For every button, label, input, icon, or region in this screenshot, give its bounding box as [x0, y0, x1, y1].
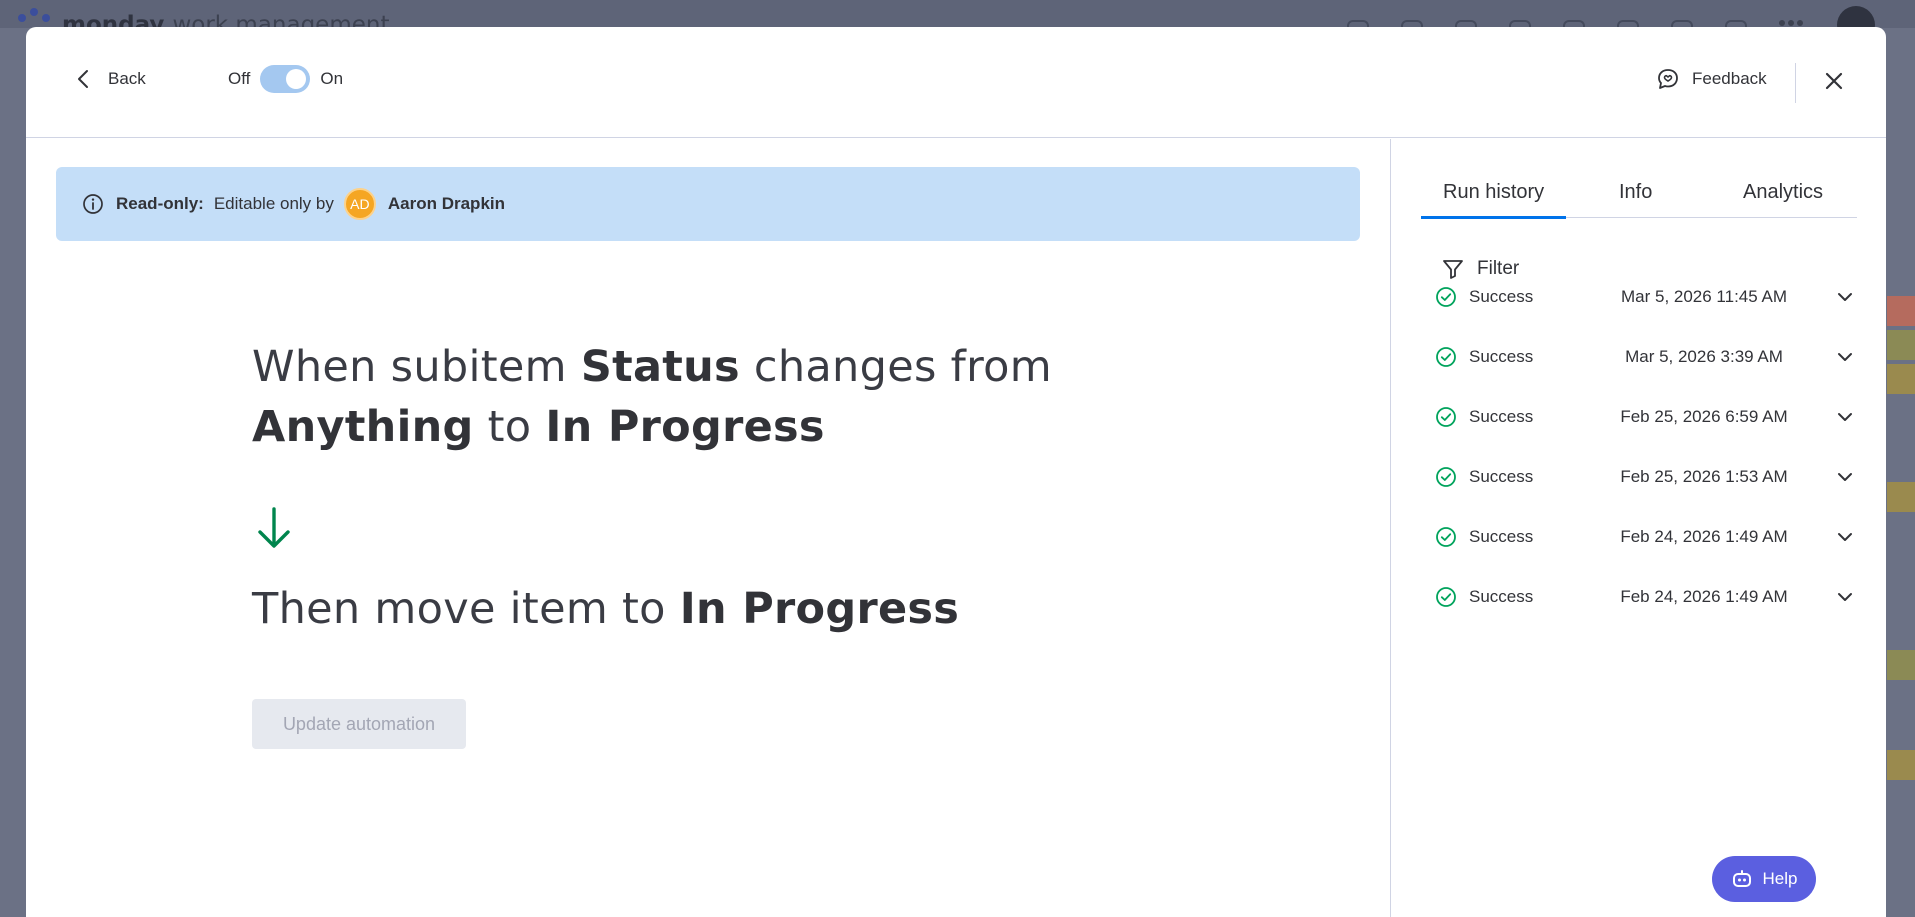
run-status: Success	[1469, 587, 1534, 606]
success-check-icon	[1436, 587, 1456, 607]
trigger-from-value[interactable]: Anything	[252, 402, 474, 452]
help-label: Help	[1762, 869, 1798, 888]
toggle-knob	[286, 69, 307, 89]
feedback-icon	[1658, 69, 1678, 89]
panel-tabs: Run history Info Analytics	[1421, 175, 1857, 219]
board-cell	[1887, 750, 1915, 780]
board-cell	[1887, 364, 1915, 394]
board-cell	[1887, 296, 1915, 326]
owner-name: Aaron Drapkin	[387, 194, 506, 213]
back-label: Back	[108, 69, 146, 88]
background-board-strip	[1887, 28, 1915, 917]
trigger-text: When subitem	[252, 342, 567, 392]
run-date: Mar 5, 2026 3:39 AM	[1625, 347, 1783, 366]
feedback-button[interactable]: Feedback	[1656, 67, 1767, 91]
toggle-off-label: Off	[228, 69, 251, 88]
run-history-row[interactable]: Success Feb 24, 2026 1:49 AM	[1435, 517, 1855, 557]
owner-avatar: AD	[343, 188, 376, 220]
trigger-sentence: When subitem Status changes from Anythin…	[252, 337, 1212, 457]
run-date: Feb 25, 2026 1:53 AM	[1620, 467, 1788, 486]
automation-modal: Back Off On Feedback Read-only: Editable…	[26, 27, 1886, 917]
read-only-label: Read-only:	[116, 194, 204, 213]
chevron-left-icon	[78, 70, 88, 88]
action-target[interactable]: In Progress	[680, 584, 959, 634]
run-date: Feb 24, 2026 1:49 AM	[1620, 587, 1788, 606]
run-history-row[interactable]: Success Mar 5, 2026 11:45 AM	[1435, 277, 1855, 317]
run-date: Feb 24, 2026 1:49 AM	[1620, 527, 1788, 546]
run-status: Success	[1469, 287, 1534, 306]
back-button[interactable]: Back	[74, 69, 146, 89]
run-history-row[interactable]: Success Feb 24, 2026 1:49 AM	[1435, 577, 1855, 617]
monday-logo-icon	[18, 8, 52, 28]
help-button[interactable]: Help	[1712, 856, 1816, 902]
chevron-down-icon[interactable]	[1835, 287, 1855, 307]
trigger-column[interactable]: Status	[581, 342, 740, 392]
automation-editor-panel: Read-only: Editable only by AD Aaron Dra…	[26, 139, 1390, 917]
toggle-on-label: On	[320, 69, 344, 88]
update-automation-button[interactable]: Update automation	[252, 699, 466, 749]
info-icon	[83, 194, 103, 214]
success-check-icon	[1436, 347, 1456, 367]
run-status: Success	[1469, 527, 1534, 546]
chevron-down-icon[interactable]	[1835, 527, 1855, 547]
run-status: Success	[1469, 407, 1534, 426]
chevron-down-icon[interactable]	[1835, 347, 1855, 367]
trigger-text: changes from	[753, 342, 1052, 392]
run-history-row[interactable]: Success Feb 25, 2026 1:53 AM	[1435, 457, 1855, 497]
board-cell	[1887, 650, 1915, 680]
robot-icon	[1732, 870, 1751, 887]
close-icon[interactable]	[1822, 69, 1846, 93]
modal-header: Back Off On Feedback	[26, 27, 1886, 138]
read-only-banner: Read-only: Editable only by AD Aaron Dra…	[56, 167, 1360, 241]
chevron-down-icon[interactable]	[1835, 587, 1855, 607]
automation-toggle-group: Off On	[228, 65, 343, 93]
success-check-icon	[1436, 407, 1456, 427]
trigger-to-value[interactable]: In Progress	[545, 402, 824, 452]
run-status: Success	[1469, 467, 1534, 486]
trigger-text: to	[487, 402, 532, 452]
tab-run-history[interactable]: Run history	[1443, 181, 1544, 204]
header-divider	[1795, 63, 1796, 103]
arrow-down-icon	[258, 507, 290, 548]
run-date: Feb 25, 2026 6:59 AM	[1620, 407, 1788, 426]
run-history-row[interactable]: Success Mar 5, 2026 3:39 AM	[1435, 337, 1855, 377]
active-tab-indicator	[1421, 216, 1566, 219]
action-text: Then move item to	[252, 584, 666, 634]
feedback-label: Feedback	[1692, 69, 1767, 88]
background-top-bar: monday work management	[0, 0, 1915, 44]
chevron-down-icon[interactable]	[1835, 467, 1855, 487]
board-cell	[1887, 330, 1915, 360]
editable-by-text: Editable only by	[213, 194, 334, 213]
success-check-icon	[1436, 287, 1456, 307]
run-history-panel: Run history Info Analytics Filter Succes…	[1390, 139, 1886, 917]
success-check-icon	[1436, 467, 1456, 487]
action-sentence: Then move item to In Progress	[252, 579, 959, 639]
success-check-icon	[1436, 527, 1456, 547]
board-cell	[1887, 482, 1915, 512]
tab-info[interactable]: Info	[1619, 181, 1652, 204]
chevron-down-icon[interactable]	[1835, 407, 1855, 427]
tab-analytics[interactable]: Analytics	[1743, 181, 1823, 204]
run-date: Mar 5, 2026 11:45 AM	[1620, 287, 1787, 306]
automation-toggle[interactable]	[260, 65, 311, 93]
run-status: Success	[1469, 347, 1534, 366]
run-history-row[interactable]: Success Feb 25, 2026 6:59 AM	[1435, 397, 1855, 437]
